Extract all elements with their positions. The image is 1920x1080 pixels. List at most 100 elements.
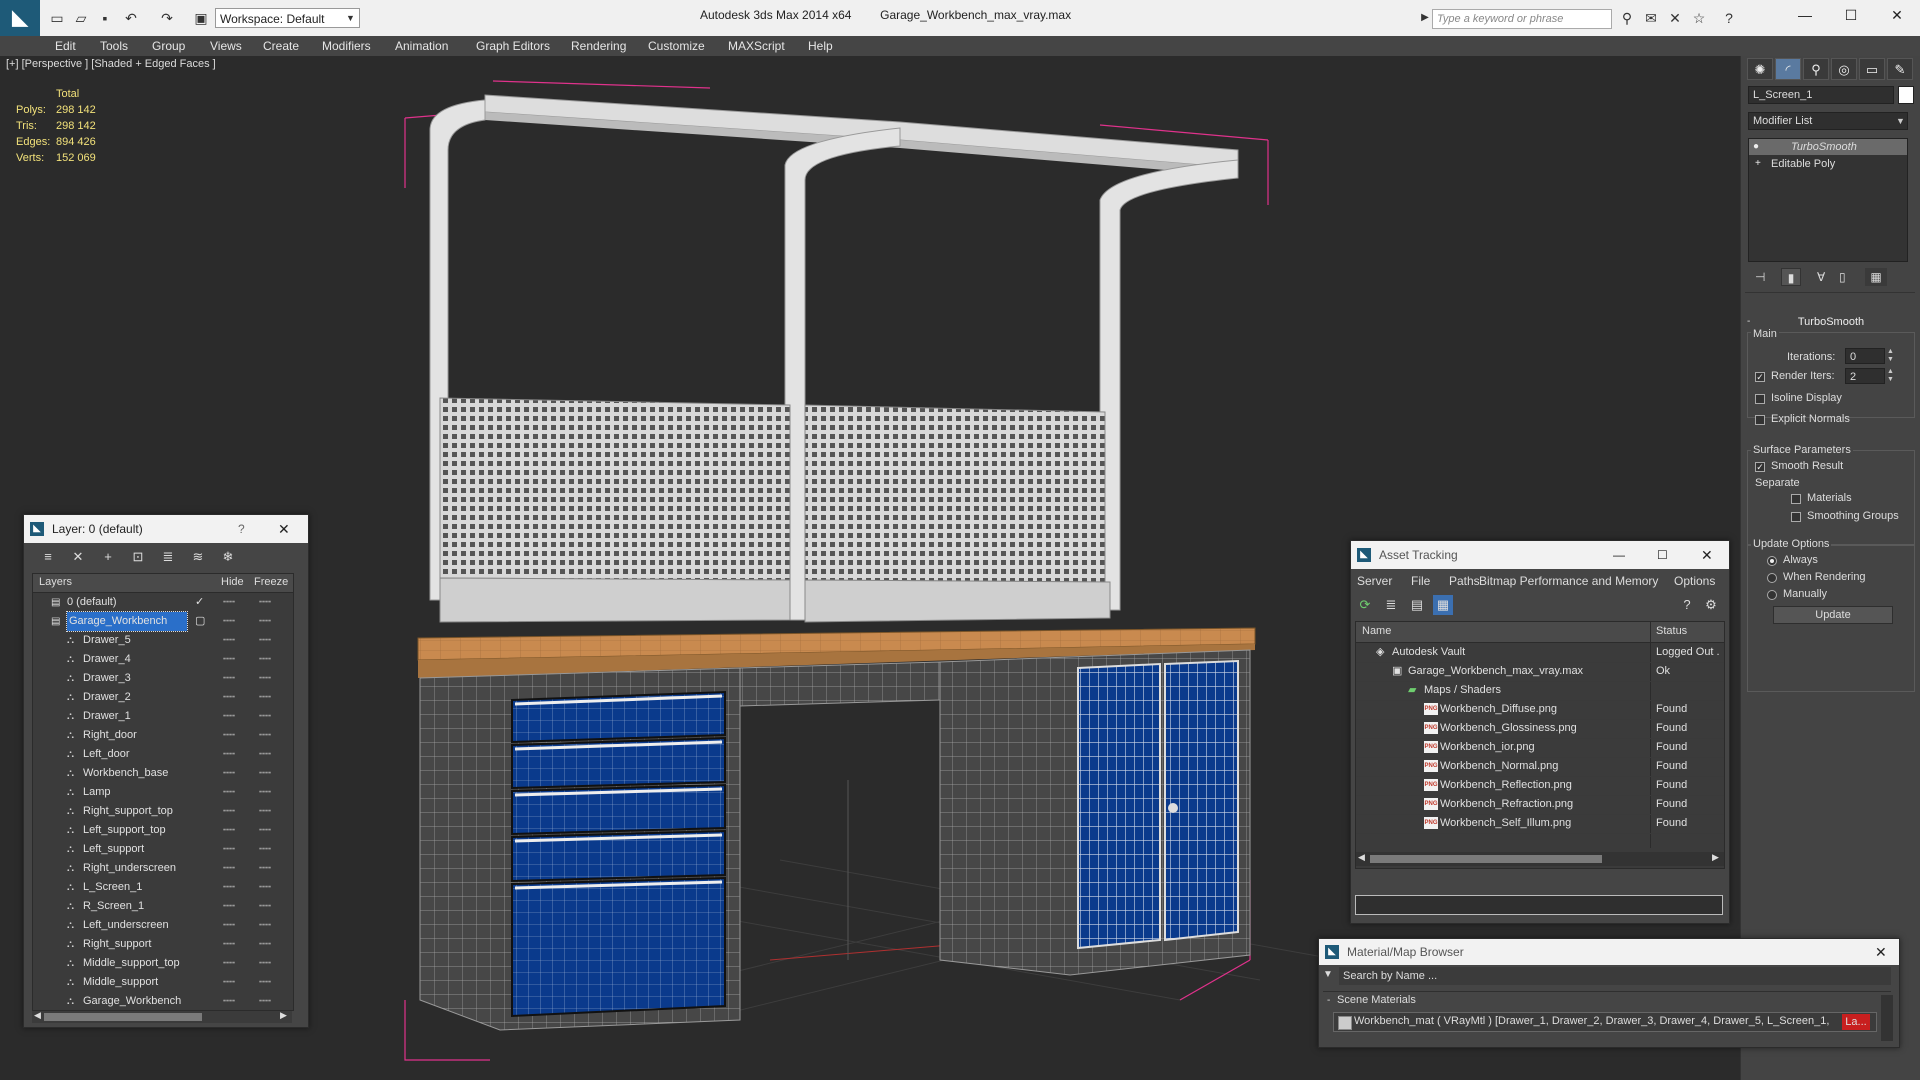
menu-edit[interactable]: Edit — [55, 36, 76, 56]
render-iters-spinner[interactable]: 2 — [1845, 368, 1885, 384]
hide-toggle[interactable]: ╍╍ — [223, 859, 235, 878]
close-icon[interactable]: ✕ — [1701, 541, 1713, 569]
layer-row[interactable]: ⛬ Drawer_4 ╍╍ ╍╍ — [33, 650, 293, 669]
explicit-normals-checkbox[interactable] — [1755, 415, 1765, 425]
layer-row[interactable]: ⛬ Drawer_1 ╍╍ ╍╍ — [33, 707, 293, 726]
settings-icon[interactable]: ⚙ — [1701, 595, 1721, 615]
layer-row[interactable]: ⛬ Left_support_top ╍╍ ╍╍ — [33, 821, 293, 840]
menu-rendering[interactable]: Rendering — [571, 36, 626, 56]
object-name-field[interactable]: L_Screen_1 — [1748, 86, 1894, 104]
add-selection-icon[interactable]: + — [98, 547, 118, 567]
table-view-icon[interactable]: ▦ — [1433, 595, 1453, 615]
remove-modifier-icon[interactable]: ▯ — [1839, 270, 1846, 284]
object-color-swatch[interactable] — [1898, 86, 1914, 104]
menu-graph-editors[interactable]: Graph Editors — [476, 36, 550, 56]
asset-row[interactable]: PNG Workbench_Normal.png Found — [1356, 757, 1724, 777]
menu-help[interactable]: Help — [808, 36, 833, 56]
help-icon[interactable]: ? — [238, 515, 245, 543]
menu-customize[interactable]: Customize — [648, 36, 705, 56]
asset-path-field[interactable] — [1355, 895, 1723, 915]
asset-menu-bitmap[interactable]: Bitmap Performance and Memory — [1479, 574, 1658, 588]
material-search-input[interactable]: Search by Name ... — [1339, 967, 1891, 985]
thumbnail-view-icon[interactable]: ▤ — [1407, 595, 1427, 615]
lightbulb-icon[interactable]: ● — [1753, 141, 1759, 152]
list-view-icon[interactable]: ≣ — [1381, 595, 1401, 615]
motion-tab-icon[interactable]: ◎ — [1831, 58, 1857, 80]
hide-toggle[interactable]: ╍╍ — [223, 992, 235, 1011]
asset-row[interactable]: PNG Workbench_Refraction.png Found — [1356, 795, 1724, 815]
delete-layer-icon[interactable]: ✕ — [68, 547, 88, 567]
hide-toggle[interactable]: ╍╍ — [223, 897, 235, 916]
layer-row[interactable]: ⛬ R_Screen_1 ╍╍ ╍╍ — [33, 897, 293, 916]
freeze-toggle[interactable]: ╍╍ — [259, 669, 271, 688]
project-folder-icon[interactable]: ▣ — [192, 9, 210, 27]
col-status[interactable]: Status — [1656, 625, 1687, 637]
refresh-icon[interactable]: ⟳ — [1355, 595, 1375, 615]
asset-row[interactable]: PNG Workbench_Self_Illum.png Found — [1356, 814, 1724, 834]
freeze-toggle[interactable]: ╍╍ — [259, 764, 271, 783]
spinner-arrows-icon[interactable]: ▲ ▼ — [1887, 368, 1894, 384]
freeze-toggle[interactable]: ╍╍ — [259, 802, 271, 821]
save-icon[interactable]: ▪ — [96, 9, 114, 27]
asset-row[interactable]: ▣ Garage_Workbench_max_vray.max Ok — [1356, 662, 1724, 682]
workspace-dropdown[interactable]: Workspace: Default — [215, 8, 360, 28]
redo-icon[interactable]: ↷ — [158, 9, 176, 27]
expand-plus-icon[interactable]: + — [1755, 158, 1761, 169]
layer-row[interactable]: ⛬ Drawer_3 ╍╍ ╍╍ — [33, 669, 293, 688]
highlight-layer-icon[interactable]: ≣ — [158, 547, 178, 567]
layer-row[interactable]: ⛬ L_Screen_1 ╍╍ ╍╍ — [33, 878, 293, 897]
hide-toggle[interactable]: ╍╍ — [223, 954, 235, 973]
layer-row[interactable]: ▤ Garage_Workbench ▢ ╍╍ ╍╍ — [33, 611, 293, 632]
freeze-toggle[interactable]: ╍╍ — [259, 650, 271, 669]
freeze-toggle[interactable]: ╍╍ — [259, 745, 271, 764]
freeze-toggle[interactable]: ╍╍ — [259, 992, 271, 1011]
make-unique-icon[interactable]: ∀ — [1817, 270, 1825, 284]
asset-row[interactable]: PNG Workbench_Glossiness.png Found — [1356, 719, 1724, 739]
freeze-toggle[interactable]: ╍╍ — [259, 612, 271, 631]
create-layer-icon[interactable]: ≡ — [38, 547, 58, 567]
binoculars-icon[interactable]: ⚲ — [1618, 9, 1636, 27]
asset-menu-file[interactable]: File — [1411, 574, 1430, 588]
hide-all-icon[interactable]: ≋ — [188, 547, 208, 567]
hide-toggle[interactable]: ╍╍ — [223, 935, 235, 954]
hide-toggle[interactable]: ╍╍ — [223, 840, 235, 859]
close-icon[interactable]: ✕ — [1875, 939, 1887, 965]
freeze-toggle[interactable]: ╍╍ — [259, 821, 271, 840]
asset-row[interactable]: PNG Workbench_ior.png Found — [1356, 738, 1724, 758]
asset-scrollbar[interactable]: ◀ ▶ — [1356, 852, 1724, 866]
layer-row[interactable]: ⛬ Middle_support_top ╍╍ ╍╍ — [33, 954, 293, 973]
col-freeze[interactable]: Freeze — [254, 576, 288, 588]
hide-toggle[interactable]: ╍╍ — [223, 745, 235, 764]
layer-scrollbar[interactable]: ◀ ▶ — [32, 1010, 292, 1023]
scene-materials-label[interactable]: Scene Materials — [1337, 994, 1416, 1006]
freeze-toggle[interactable]: ╍╍ — [259, 859, 271, 878]
layer-row[interactable]: ⛬ Drawer_2 ╍╍ ╍╍ — [33, 688, 293, 707]
layer-row[interactable]: ▤ 0 (default) ✓ ╍╍ ╍╍ — [33, 593, 293, 612]
isoline-checkbox[interactable] — [1755, 394, 1765, 404]
hide-toggle[interactable]: ╍╍ — [223, 631, 235, 650]
configure-sets-icon[interactable]: ▦ — [1865, 268, 1887, 286]
select-objects-icon[interactable]: ⊡ — [128, 547, 148, 567]
new-file-icon[interactable]: ▭ — [48, 9, 66, 27]
menu-modifiers[interactable]: Modifiers — [322, 36, 371, 56]
undo-icon[interactable]: ↶ — [122, 9, 140, 27]
freeze-all-icon[interactable]: ❄ — [218, 547, 238, 567]
layer-row[interactable]: ⛬ Lamp ╍╍ ╍╍ — [33, 783, 293, 802]
layer-row[interactable]: ⛬ Left_support ╍╍ ╍╍ — [33, 840, 293, 859]
manually-radio[interactable] — [1767, 590, 1777, 600]
freeze-toggle[interactable]: ╍╍ — [259, 631, 271, 650]
asset-row[interactable]: PNG Workbench_Diffuse.png Found — [1356, 700, 1724, 720]
layer-row[interactable]: ⛬ Right_underscreen ╍╍ ╍╍ — [33, 859, 293, 878]
menu-tools[interactable]: Tools — [100, 36, 128, 56]
when-rendering-radio[interactable] — [1767, 573, 1777, 583]
active-layer-check-icon[interactable]: ✓ — [195, 593, 204, 612]
hide-toggle[interactable]: ╍╍ — [223, 726, 235, 745]
update-button[interactable]: Update — [1773, 606, 1893, 624]
minimize-icon[interactable]: — — [1790, 4, 1820, 26]
hide-toggle[interactable]: ╍╍ — [223, 802, 235, 821]
freeze-toggle[interactable]: ╍╍ — [259, 840, 271, 859]
collapse-minus-icon[interactable]: - — [1327, 995, 1330, 1006]
layer-row[interactable]: ⛬ Right_door ╍╍ ╍╍ — [33, 726, 293, 745]
freeze-toggle[interactable]: ╍╍ — [259, 916, 271, 935]
menu-group[interactable]: Group — [152, 36, 185, 56]
